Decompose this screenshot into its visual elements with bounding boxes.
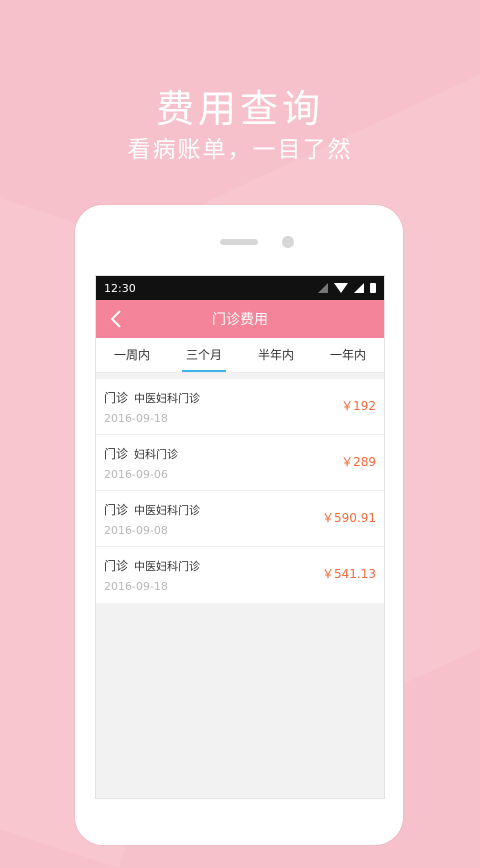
promo-subtitle: 看病账单，一目了然 [127,137,353,163]
tab-three-months[interactable]: 三个月 [168,338,240,372]
promo-title: 费用查询 [155,87,324,131]
cellular-signal-icon [354,283,364,293]
phone-camera [282,236,294,248]
record-type: 门诊 [104,447,129,461]
list-item[interactable]: 门诊 中医妇科门诊 2016-09-18 ￥192 [96,379,384,435]
list-item[interactable]: 门诊 中医妇科门诊 2016-09-18 ￥541.13 [96,547,384,603]
record-amount: ￥541.13 [322,567,376,581]
phone-speaker [220,239,258,245]
tab-half-year[interactable]: 半年内 [240,338,312,372]
record-type: 门诊 [104,391,129,405]
record-department: 妇科门诊 [134,448,179,461]
record-amount: ￥590.91 [322,511,376,525]
record-title: 门诊 中医妇科门诊 [104,389,376,406]
record-amount: ￥192 [341,399,376,413]
page-title: 门诊费用 [212,312,268,328]
record-type: 门诊 [104,503,129,517]
wifi-icon [334,283,348,293]
chevron-left-icon [110,310,121,328]
status-icons [318,283,376,293]
filter-tabs: 一周内 三个月 半年内 一年内 [96,338,384,373]
record-date: 2016-09-18 [104,412,168,425]
app-header: 门诊费用 [96,300,384,338]
record-date: 2016-09-06 [104,468,168,481]
record-type: 门诊 [104,559,129,573]
record-amount: ￥289 [341,455,376,469]
status-bar: 12:30 [96,276,384,300]
fee-record-list: 门诊 中医妇科门诊 2016-09-18 ￥192 门诊 妇科门诊 2016-09-… [96,379,384,603]
record-department: 中医妇科门诊 [134,504,201,517]
signal-icon [318,283,328,293]
phone-frame: 12:30 门诊费用 一周内 三个月 半年内 一年内 门诊 中医妇科门诊 201… [75,205,403,845]
tab-one-year[interactable]: 一年内 [312,338,384,372]
list-item[interactable]: 门诊 妇科门诊 2016-09-06 ￥289 [96,435,384,491]
tab-one-week[interactable]: 一周内 [96,338,168,372]
list-item[interactable]: 门诊 中医妇科门诊 2016-09-08 ￥590.91 [96,491,384,547]
phone-screen: 12:30 门诊费用 一周内 三个月 半年内 一年内 门诊 中医妇科门诊 201… [95,275,385,799]
back-button[interactable] [110,309,122,329]
status-time: 12:30 [104,281,136,295]
battery-icon [370,283,376,293]
record-department: 中医妇科门诊 [134,392,201,405]
record-title: 门诊 妇科门诊 [104,445,376,462]
record-department: 中医妇科门诊 [134,560,201,573]
